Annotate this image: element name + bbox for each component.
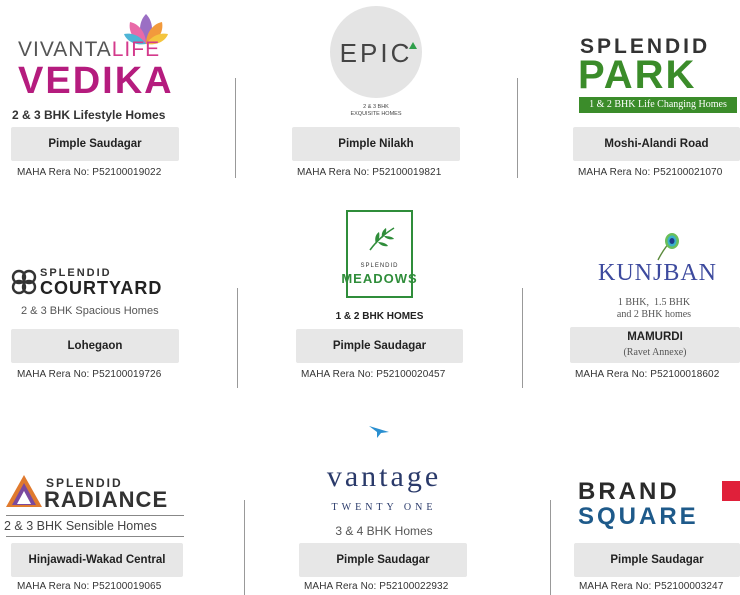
tagline: 3 & 4 BHK Homes [335, 524, 433, 538]
column-divider [244, 500, 245, 595]
column-divider [522, 288, 523, 388]
brand-name-vedika: VEDIKA [18, 60, 174, 102]
tagline-line-2: and 2 BHK homes [616, 309, 692, 320]
brand-name-vantage: vantage [326, 460, 442, 493]
column-divider [550, 500, 551, 595]
epic-subline-1: 2 & 3 BHK [363, 104, 389, 110]
tagline: 2 & 3 BHK Spacious Homes [21, 305, 159, 317]
column-divider [517, 78, 518, 178]
brand-name-courtyard: COURTYARD [40, 278, 163, 298]
brand-name-epic: EPIC [339, 38, 413, 68]
vantage-subtitle: TWENTY ONE [331, 502, 437, 513]
epic-subline-2: EXQUISITE HOMES [350, 111, 402, 117]
brand-name-vivanta: VIVANTALIFE [18, 38, 161, 61]
brand-name-brand: BRAND [578, 478, 680, 505]
tagline: 1 & 2 BHK HOMES [335, 311, 424, 322]
rera-number: MAHA Rera No: P52100019821 [297, 167, 442, 178]
location-label: Moshi-Alandi Road [573, 127, 740, 161]
location-label: Pimple Saudagar [299, 543, 467, 577]
rera-number: MAHA Rera No: P52100018602 [575, 369, 720, 380]
tagline-rule [6, 515, 184, 516]
clover-icon [11, 269, 37, 295]
brand-name-meadows: MEADOWS [341, 271, 418, 286]
location-label: Pimple Saudagar [296, 329, 463, 363]
rera-number: MAHA Rera No: P52100019065 [17, 581, 162, 592]
tagline-rule [6, 536, 184, 537]
triangle-logo-icon [6, 475, 42, 507]
location-label: MAMURDI [627, 331, 683, 343]
location-label: Lohegaon [11, 329, 179, 363]
leaf-icon [369, 227, 395, 251]
brand-name-kunjban: KUNJBAN [598, 260, 718, 286]
location-label: Pimple Saudagar [574, 543, 740, 577]
rera-number: MAHA Rera No: P52100021070 [578, 167, 723, 178]
column-divider [237, 288, 238, 388]
tagline: 2 & 3 BHK Sensible Homes [4, 519, 157, 533]
bird-icon [369, 426, 389, 438]
brand-name-square: SQUARE [578, 503, 699, 530]
location-label: Pimple Nilakh [292, 127, 460, 161]
location-sublabel: (Ravet Annexe) [623, 347, 687, 358]
location-label: Pimple Saudagar [11, 127, 179, 161]
brand-name-park: PARK [578, 53, 697, 97]
location-label: Hinjawadi-Wakad Central [11, 543, 183, 577]
brand-name-splendid: SPLENDID [360, 263, 399, 269]
rera-number: MAHA Rera No: P52100022932 [304, 581, 449, 592]
rera-number: MAHA Rera No: P52100020457 [301, 369, 446, 380]
peacock-feather-icon [657, 233, 679, 261]
rera-number: MAHA Rera No: P52100019022 [17, 167, 162, 178]
tagline-banner: 1 & 2 BHK Life Changing Homes [579, 97, 737, 113]
rera-number: MAHA Rera No: P52100019726 [17, 369, 162, 380]
tagline-line-1: 1 BHK, 1.5 BHK [617, 297, 691, 308]
brand-name-radiance: RADIANCE [44, 487, 169, 512]
triangle-icon [409, 42, 417, 49]
rera-number: MAHA Rera No: P52100003247 [579, 581, 724, 592]
red-square-icon [722, 481, 740, 501]
column-divider [235, 78, 236, 178]
tagline: 2 & 3 BHK Lifestyle Homes [12, 108, 166, 122]
